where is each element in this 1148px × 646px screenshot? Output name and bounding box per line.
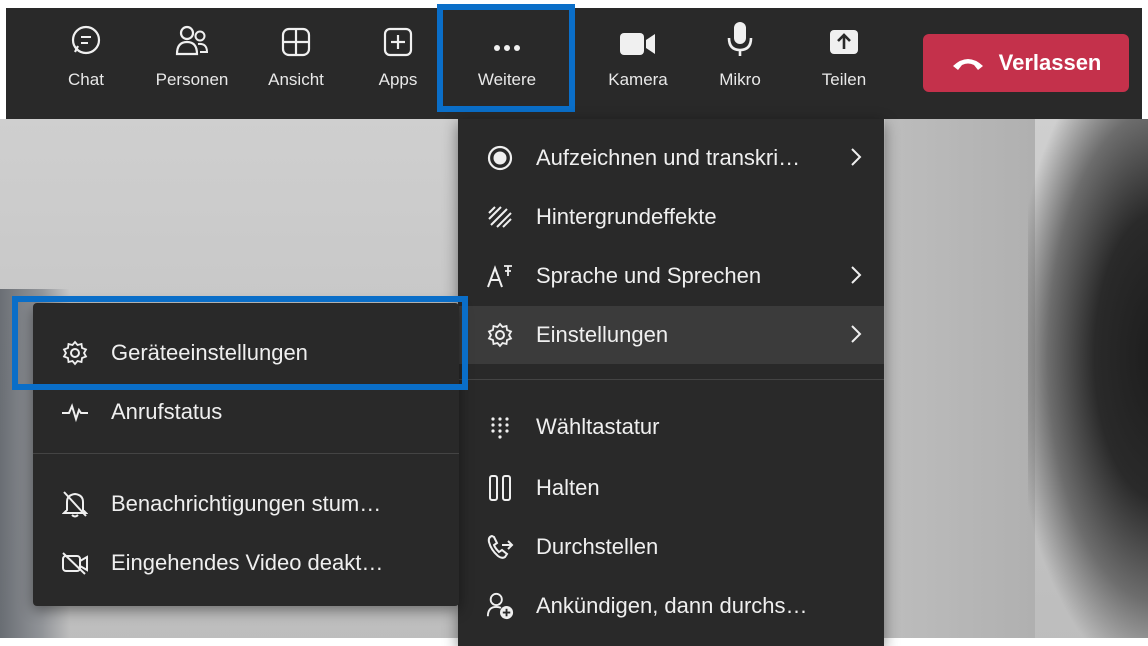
submenu-item-call-health[interactable]: Anrufstatus xyxy=(33,383,459,441)
record-icon xyxy=(486,144,514,172)
video-participant xyxy=(1028,119,1148,646)
menu-item-transfer-label: Durchstellen xyxy=(536,534,659,559)
more-menu: Aufzeichnen und transkri… Hintergrundeff… xyxy=(458,119,884,646)
view-label: Ansicht xyxy=(268,70,324,89)
chat-icon xyxy=(69,18,103,58)
menu-item-background-effects-label: Hintergrundeffekte xyxy=(536,204,717,229)
leave-label: Verlassen xyxy=(998,50,1102,75)
bell-off-icon xyxy=(61,490,89,518)
menu-divider xyxy=(458,379,884,380)
submenu-divider xyxy=(33,453,459,454)
pulse-icon xyxy=(61,398,89,426)
menu-item-settings[interactable]: Einstellungen xyxy=(458,306,884,364)
chevron-right-icon xyxy=(850,323,862,351)
menu-item-consult-transfer-label: Ankündigen, dann durchs… xyxy=(536,593,808,618)
chevron-right-icon xyxy=(850,146,862,174)
share-button[interactable]: Teilen xyxy=(812,18,876,108)
camera-label: Kamera xyxy=(608,70,668,89)
video-off-icon xyxy=(61,549,89,577)
menu-item-transfer[interactable]: Durchstellen xyxy=(458,518,884,576)
menu-item-dialpad-label: Wähltastatur xyxy=(536,414,660,439)
consult-transfer-icon xyxy=(486,592,514,620)
leave-button[interactable]: Verlassen xyxy=(923,34,1129,92)
hang-up-icon xyxy=(951,54,985,72)
apps-button[interactable]: Apps xyxy=(366,18,430,108)
hold-icon xyxy=(486,474,514,502)
camera-button[interactable]: Kamera xyxy=(598,18,678,108)
submenu-item-disable-incoming-video[interactable]: Eingehendes Video deakt… xyxy=(33,534,459,592)
camera-icon xyxy=(618,18,658,58)
menu-item-language-label: Sprache und Sprechen xyxy=(536,263,762,288)
language-icon xyxy=(486,262,514,290)
submenu-item-disable-incoming-video-label: Eingehendes Video deakt… xyxy=(111,550,384,575)
people-label: Personen xyxy=(155,70,229,89)
background-effects-icon xyxy=(486,203,514,231)
dialpad-icon xyxy=(486,413,514,441)
menu-item-record[interactable]: Aufzeichnen und transkri… xyxy=(458,129,884,187)
submenu-item-mute-notifications[interactable]: Benachrichtigungen stum… xyxy=(33,475,459,533)
view-button[interactable]: Ansicht xyxy=(259,18,333,108)
menu-item-hold-label: Halten xyxy=(536,475,600,500)
video-background xyxy=(885,119,1035,646)
menu-item-language[interactable]: Sprache und Sprechen xyxy=(458,247,884,305)
menu-item-hold[interactable]: Halten xyxy=(458,459,884,517)
people-button[interactable]: Personen xyxy=(146,18,238,108)
share-label: Teilen xyxy=(821,70,867,89)
menu-item-settings-label: Einstellungen xyxy=(536,322,669,347)
microphone-label: Mikro xyxy=(719,70,761,89)
chevron-right-icon xyxy=(850,264,862,292)
apps-label: Apps xyxy=(378,70,418,89)
menu-item-record-label: Aufzeichnen und transkri… xyxy=(536,145,801,170)
device-settings-highlight xyxy=(12,296,468,390)
menu-item-background-effects[interactable]: Hintergrundeffekte xyxy=(458,188,884,246)
menu-item-dialpad[interactable]: Wähltastatur xyxy=(458,398,884,456)
microphone-button[interactable]: Mikro xyxy=(708,18,772,108)
submenu-item-call-health-label: Anrufstatus xyxy=(111,399,223,424)
chat-button[interactable]: Chat xyxy=(58,18,114,108)
gear-icon xyxy=(486,321,514,349)
share-tray-icon xyxy=(827,18,861,58)
more-button-highlight xyxy=(437,4,575,112)
add-app-icon xyxy=(382,18,414,58)
chat-label: Chat xyxy=(68,70,104,89)
grid-icon xyxy=(280,18,312,58)
submenu-item-mute-notifications-label: Benachrichtigungen stum… xyxy=(111,491,382,516)
transfer-icon xyxy=(486,533,514,561)
menu-item-consult-transfer[interactable]: Ankündigen, dann durchs… xyxy=(458,577,884,635)
people-icon xyxy=(174,18,210,58)
microphone-icon xyxy=(726,18,754,58)
